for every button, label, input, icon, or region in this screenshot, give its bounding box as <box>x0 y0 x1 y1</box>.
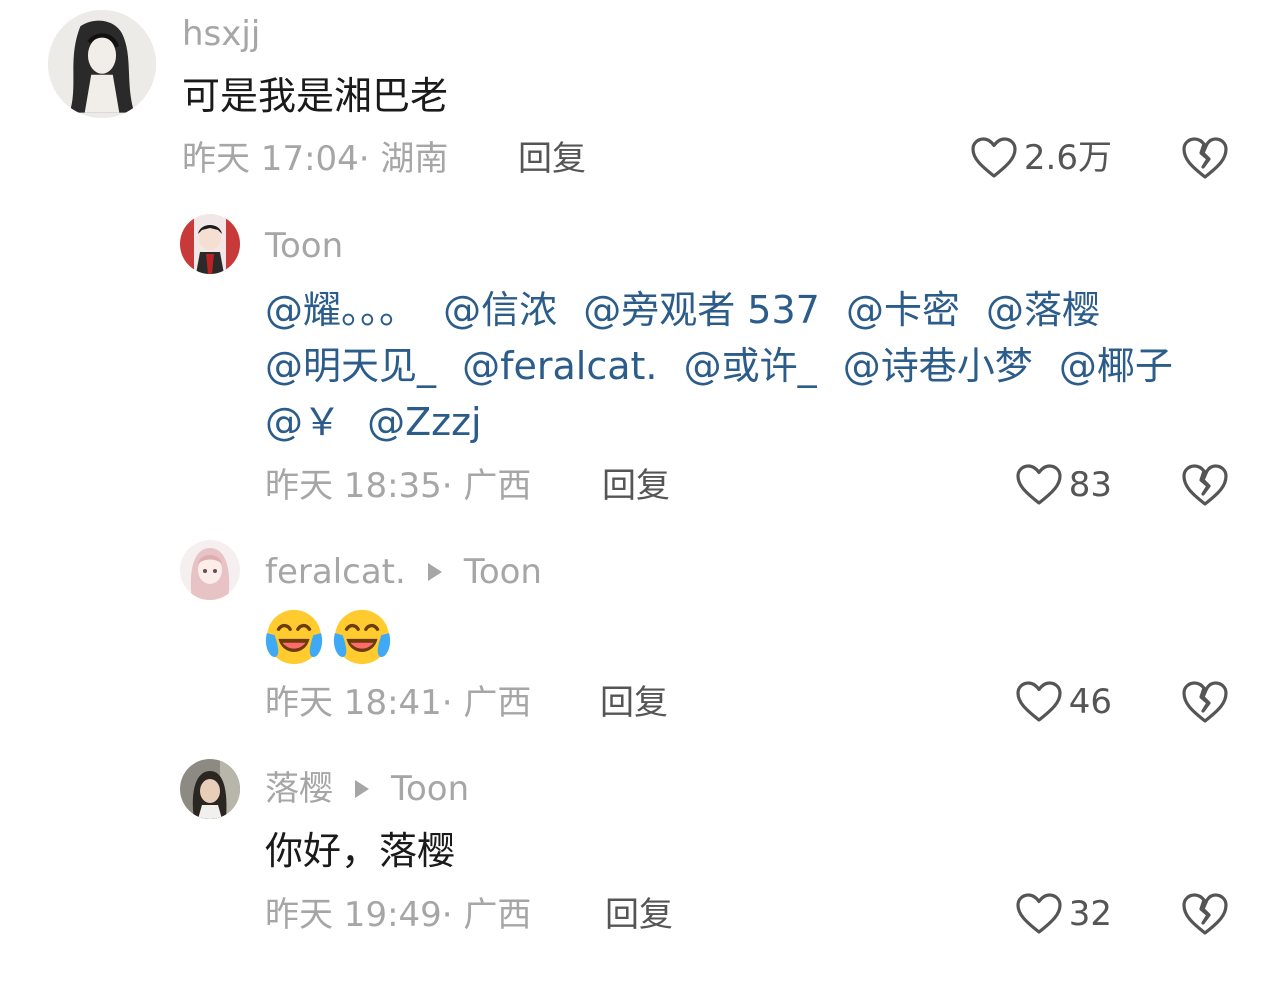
broken-heart-icon[interactable] <box>1181 679 1229 725</box>
photo-girl-icon <box>180 759 240 819</box>
location: 湖南 <box>380 139 449 179</box>
avatar[interactable] <box>48 10 156 118</box>
avatar[interactable] <box>180 759 240 819</box>
heart-icon <box>1016 464 1062 505</box>
mention-link[interactable]: @￥ <box>265 400 341 444</box>
mention-link[interactable]: @椰子 <box>1059 344 1173 388</box>
heart-icon <box>1016 681 1062 722</box>
timestamp: 昨天 17:04 <box>182 139 359 179</box>
mention-list: @耀。。。 @信浓 @旁观者 537 @卡密 @落樱 @明天见_ @feralc… <box>265 282 1245 450</box>
heart-icon <box>1016 893 1062 934</box>
mention-link[interactable]: @feralcat. <box>462 344 657 388</box>
like-button[interactable]: 46 <box>912 678 1112 726</box>
timestamp: 昨天 19:49 <box>265 895 442 935</box>
mention-link[interactable]: @明天见_ <box>265 344 436 388</box>
location: 广西 <box>463 683 532 723</box>
like-count: 2.6万 <box>1023 138 1112 178</box>
comment-meta: 昨天 18:41· 广西 <box>265 683 532 723</box>
username[interactable]: hsxjj <box>182 14 260 54</box>
mention-link[interactable]: @Zzzj <box>367 400 481 444</box>
mention-link[interactable]: @卡密 <box>846 288 960 332</box>
mention-link[interactable]: @信浓 <box>443 288 557 332</box>
like-button[interactable]: 32 <box>912 890 1112 938</box>
comment-meta: 昨天 19:49· 广西 <box>265 895 532 935</box>
broken-heart-icon[interactable] <box>1181 135 1229 181</box>
timestamp: 昨天 18:35 <box>265 466 442 506</box>
mention-link[interactable]: @旁观者 537 <box>583 288 820 332</box>
mention-link[interactable]: @诗巷小梦 <box>843 344 1033 388</box>
anime-character-icon <box>180 214 240 274</box>
username[interactable]: 落樱 Toon <box>265 769 469 809</box>
reply-arrow-icon <box>355 780 369 798</box>
like-button[interactable]: 83 <box>912 461 1112 509</box>
like-button[interactable]: 2.6万 <box>912 134 1112 182</box>
broken-heart-icon[interactable] <box>1181 891 1229 937</box>
anime-girl-sketch-icon <box>48 10 156 118</box>
reply-button[interactable]: 回复 <box>600 681 668 725</box>
laughing-crying-emoji <box>333 609 391 665</box>
timestamp: 昨天 18:41 <box>265 683 442 723</box>
heart-icon <box>971 137 1017 178</box>
comment-item: feralcat. Toon 昨天 18:41· 广西 回复 46 <box>0 530 1280 740</box>
comment-meta: 昨天 17:04· 湖南 <box>182 139 449 179</box>
reply-button[interactable]: 回复 <box>605 893 673 937</box>
reply-button[interactable]: 回复 <box>602 464 670 508</box>
reply-button[interactable]: 回复 <box>518 137 586 181</box>
username[interactable]: Toon <box>265 226 343 266</box>
comment-meta: 昨天 18:35· 广西 <box>265 466 532 506</box>
mention-link[interactable]: @落樱 <box>986 288 1100 332</box>
laughing-crying-emoji <box>265 609 323 665</box>
location: 广西 <box>463 466 532 506</box>
reply-arrow-icon <box>427 563 442 581</box>
like-count: 32 <box>1068 894 1112 934</box>
reply-to-user[interactable]: Toon <box>391 769 469 809</box>
pink-hair-girl-icon <box>180 540 240 600</box>
mention-link[interactable]: @耀。。。 <box>265 288 417 332</box>
comment-item: Toon @耀。。。 @信浓 @旁观者 537 @卡密 @落樱 @明天见_ @f… <box>0 200 1280 510</box>
username[interactable]: feralcat. Toon <box>265 552 542 592</box>
mention-link[interactable]: @或许_ <box>684 344 817 388</box>
comment-text: 你好，落樱 <box>265 829 456 873</box>
like-count: 83 <box>1068 465 1112 505</box>
location: 广西 <box>463 895 532 935</box>
comment-item: hsxjj 可是我是湘巴老 昨天 17:04· 湖南 回复 2.6万 <box>0 0 1280 200</box>
reply-to-user[interactable]: Toon <box>464 552 542 592</box>
comment-item: 落樱 Toon 你好，落樱 昨天 19:49· 广西 回复 32 <box>0 745 1280 982</box>
avatar[interactable] <box>180 540 240 600</box>
like-count: 46 <box>1068 682 1112 722</box>
comment-text: 可是我是湘巴老 <box>182 74 449 118</box>
broken-heart-icon[interactable] <box>1181 462 1229 508</box>
avatar[interactable] <box>180 214 240 274</box>
